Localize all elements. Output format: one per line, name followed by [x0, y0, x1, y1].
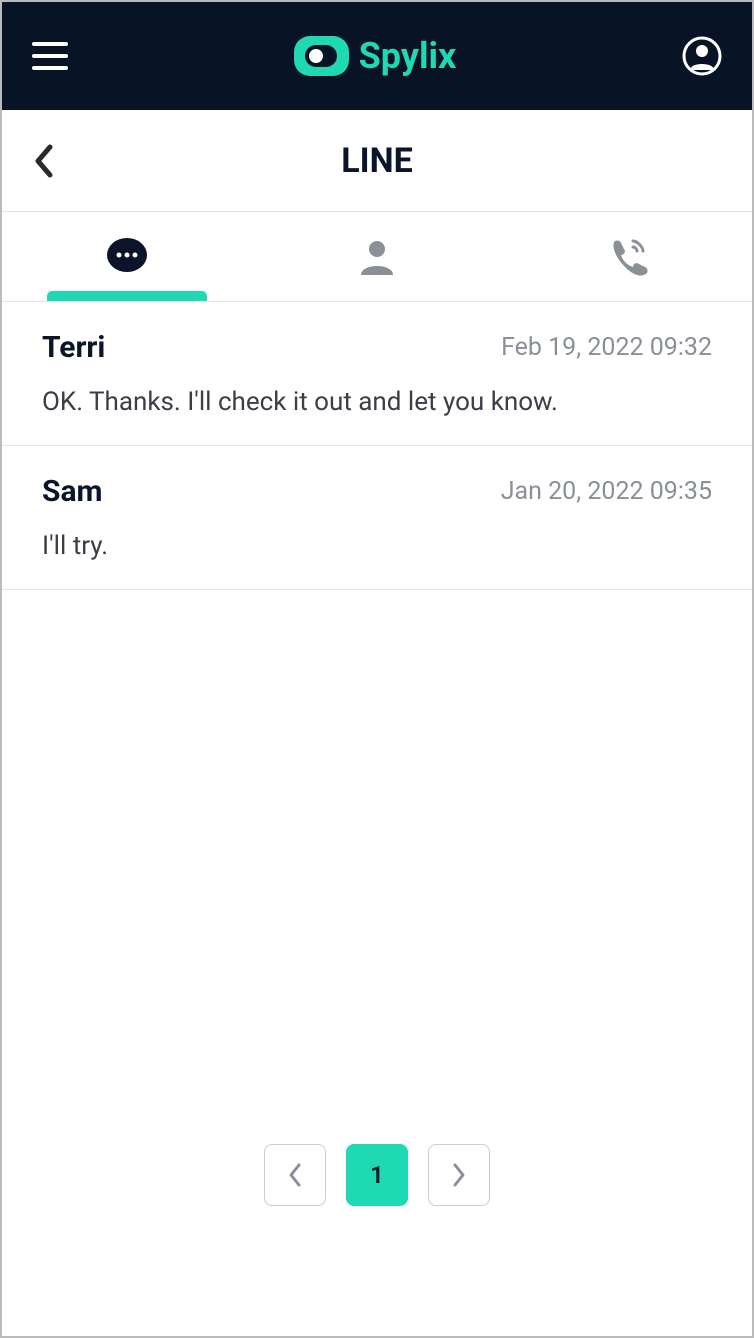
pagination: 1	[2, 1104, 752, 1336]
tab-person[interactable]	[252, 212, 502, 301]
logo-text: Spylix	[359, 35, 457, 77]
chevron-right-icon	[450, 1161, 468, 1189]
menu-icon[interactable]	[32, 42, 68, 70]
conversation-header: Sam Jan 20, 2022 09:35	[42, 474, 712, 509]
tab-indicator	[47, 291, 207, 301]
conversation-message: I'll try.	[42, 531, 712, 561]
tab-chat[interactable]	[2, 212, 252, 301]
conversations-list: Terri Feb 19, 2022 09:32 OK. Thanks. I'l…	[2, 302, 752, 1104]
logo[interactable]: Spylix	[294, 35, 457, 77]
person-icon	[357, 237, 397, 277]
back-icon[interactable]	[32, 143, 56, 179]
conversation-date: Jan 20, 2022 09:35	[501, 477, 712, 506]
conversation-item[interactable]: Terri Feb 19, 2022 09:32 OK. Thanks. I'l…	[2, 302, 752, 446]
page-number-button[interactable]: 1	[346, 1144, 408, 1206]
subheader: LINE	[2, 110, 752, 212]
conversation-header: Terri Feb 19, 2022 09:32	[42, 330, 712, 365]
conversation-date: Feb 19, 2022 09:32	[501, 333, 712, 362]
conversation-message: OK. Thanks. I'll check it out and let yo…	[42, 387, 712, 417]
logo-icon	[294, 36, 349, 76]
profile-icon[interactable]	[682, 36, 722, 76]
conversation-name: Sam	[42, 474, 103, 509]
phone-icon	[605, 235, 649, 279]
chevron-left-icon	[286, 1161, 304, 1189]
page-next-button[interactable]	[428, 1144, 490, 1206]
app-header: Spylix	[2, 2, 752, 110]
page-prev-button[interactable]	[264, 1144, 326, 1206]
tabs	[2, 212, 752, 302]
page-title: LINE	[341, 141, 412, 181]
tab-phone[interactable]	[502, 212, 752, 301]
conversation-name: Terri	[42, 330, 105, 365]
chat-icon	[105, 235, 149, 279]
conversation-item[interactable]: Sam Jan 20, 2022 09:35 I'll try.	[2, 446, 752, 590]
